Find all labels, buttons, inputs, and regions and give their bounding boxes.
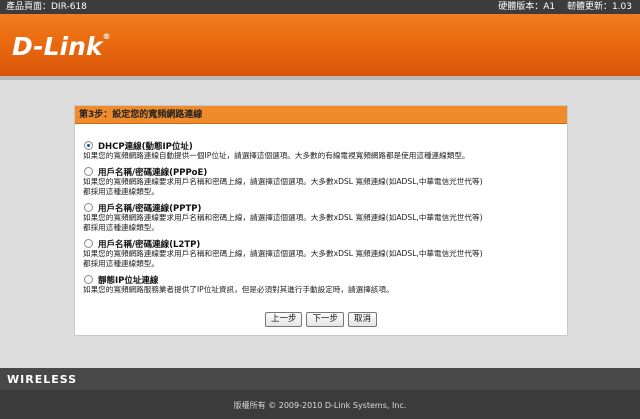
panel-title: 第3步：設定您的寬頻網路連線 [75, 106, 567, 124]
setup-panel: 第3步：設定您的寬頻網路連線 DHCP連線(動態IP位址) 如果您的寬頻網路連線… [74, 105, 568, 336]
header-banner: D-Link® [0, 14, 640, 76]
prev-button[interactable]: 上一步 [264, 312, 303, 327]
footer: 版權所有 © 2009-2010 D-Link Systems, Inc. [0, 390, 640, 419]
option-description-cont: 都採用這種連線類型。 [83, 187, 159, 196]
dlink-logo: D-Link® [12, 32, 111, 61]
wizard-buttons: 上一步 下一步 取消 [75, 312, 567, 327]
option-label[interactable]: 用戶名稱/密碼連線(PPPoE) [98, 166, 207, 178]
copyright: 版權所有 © 2009-2010 D-Link Systems, Inc. [233, 401, 407, 410]
option-dhcp: DHCP連線(動態IP位址) 如果您的寬頻網路連線自動提供一個IP位址，請選擇這… [83, 140, 559, 161]
option-label[interactable]: 用戶名稱/密碼連線(PPTP) [98, 202, 201, 214]
option-label[interactable]: 用戶名稱/密碼連線(L2TP) [98, 238, 200, 250]
option-description: 如果您的寬頻網路連線要求用戶名稱和密碼上線，請選擇這個選項。大多數xDSL 寬頻… [83, 249, 483, 258]
option-description: 如果您的寬頻網路連線要求用戶名稱和密碼上線，請選擇這個選項。大多數xDSL 寬頻… [83, 213, 483, 222]
option-label[interactable]: DHCP連線(動態IP位址) [98, 140, 193, 152]
radio-static[interactable] [84, 275, 93, 284]
option-description-cont: 都採用這種連線類型。 [83, 223, 159, 232]
option-description-cont: 都採用這種連線類型。 [83, 259, 159, 268]
radio-l2tp[interactable] [84, 239, 93, 248]
option-static: 靜態IP位址連線 如果您的寬頻網路服務業者提供了IP位址資訊，但是必須對其進行手… [83, 274, 559, 295]
product-page-label: 產品頁面：DIR-618 [6, 2, 87, 12]
radio-pppoe[interactable] [84, 167, 93, 176]
option-description: 如果您的寬頻網路連線自動提供一個IP位址，請選擇這個選項。大多數的有線電視寬頻網… [83, 151, 470, 160]
option-l2tp: 用戶名稱/密碼連線(L2TP) 如果您的寬頻網路連線要求用戶名稱和密碼上線，請選… [83, 238, 559, 269]
option-pptp: 用戶名稱/密碼連線(PPTP) 如果您的寬頻網路連線要求用戶名稱和密碼上線，請選… [83, 202, 559, 233]
radio-dhcp[interactable] [84, 141, 93, 150]
option-pppoe: 用戶名稱/密碼連線(PPPoE) 如果您的寬頻網路連線要求用戶名稱和密碼上線，請… [83, 166, 559, 197]
version-info: 硬體版本：A1 韌體更新：1.03 [498, 2, 632, 12]
radio-pptp[interactable] [84, 203, 93, 212]
top-info-bar: 產品頁面：DIR-618 硬體版本：A1 韌體更新：1.03 [0, 0, 640, 14]
next-button[interactable]: 下一步 [306, 312, 344, 327]
option-description: 如果您的寬頻網路服務業者提供了IP位址資訊，但是必須對其進行手動設定時，請選擇該… [83, 285, 394, 294]
wireless-bar: WIRELESS [0, 368, 640, 390]
option-description: 如果您的寬頻網路連線要求用戶名稱和密碼上線，請選擇這個選項。大多數xDSL 寬頻… [83, 177, 483, 186]
header-divider [0, 76, 640, 80]
cancel-button[interactable]: 取消 [348, 312, 378, 327]
option-label[interactable]: 靜態IP位址連線 [98, 274, 158, 286]
wireless-label: WIRELESS [7, 373, 78, 386]
connection-options: DHCP連線(動態IP位址) 如果您的寬頻網路連線自動提供一個IP位址，請選擇這… [83, 140, 559, 300]
